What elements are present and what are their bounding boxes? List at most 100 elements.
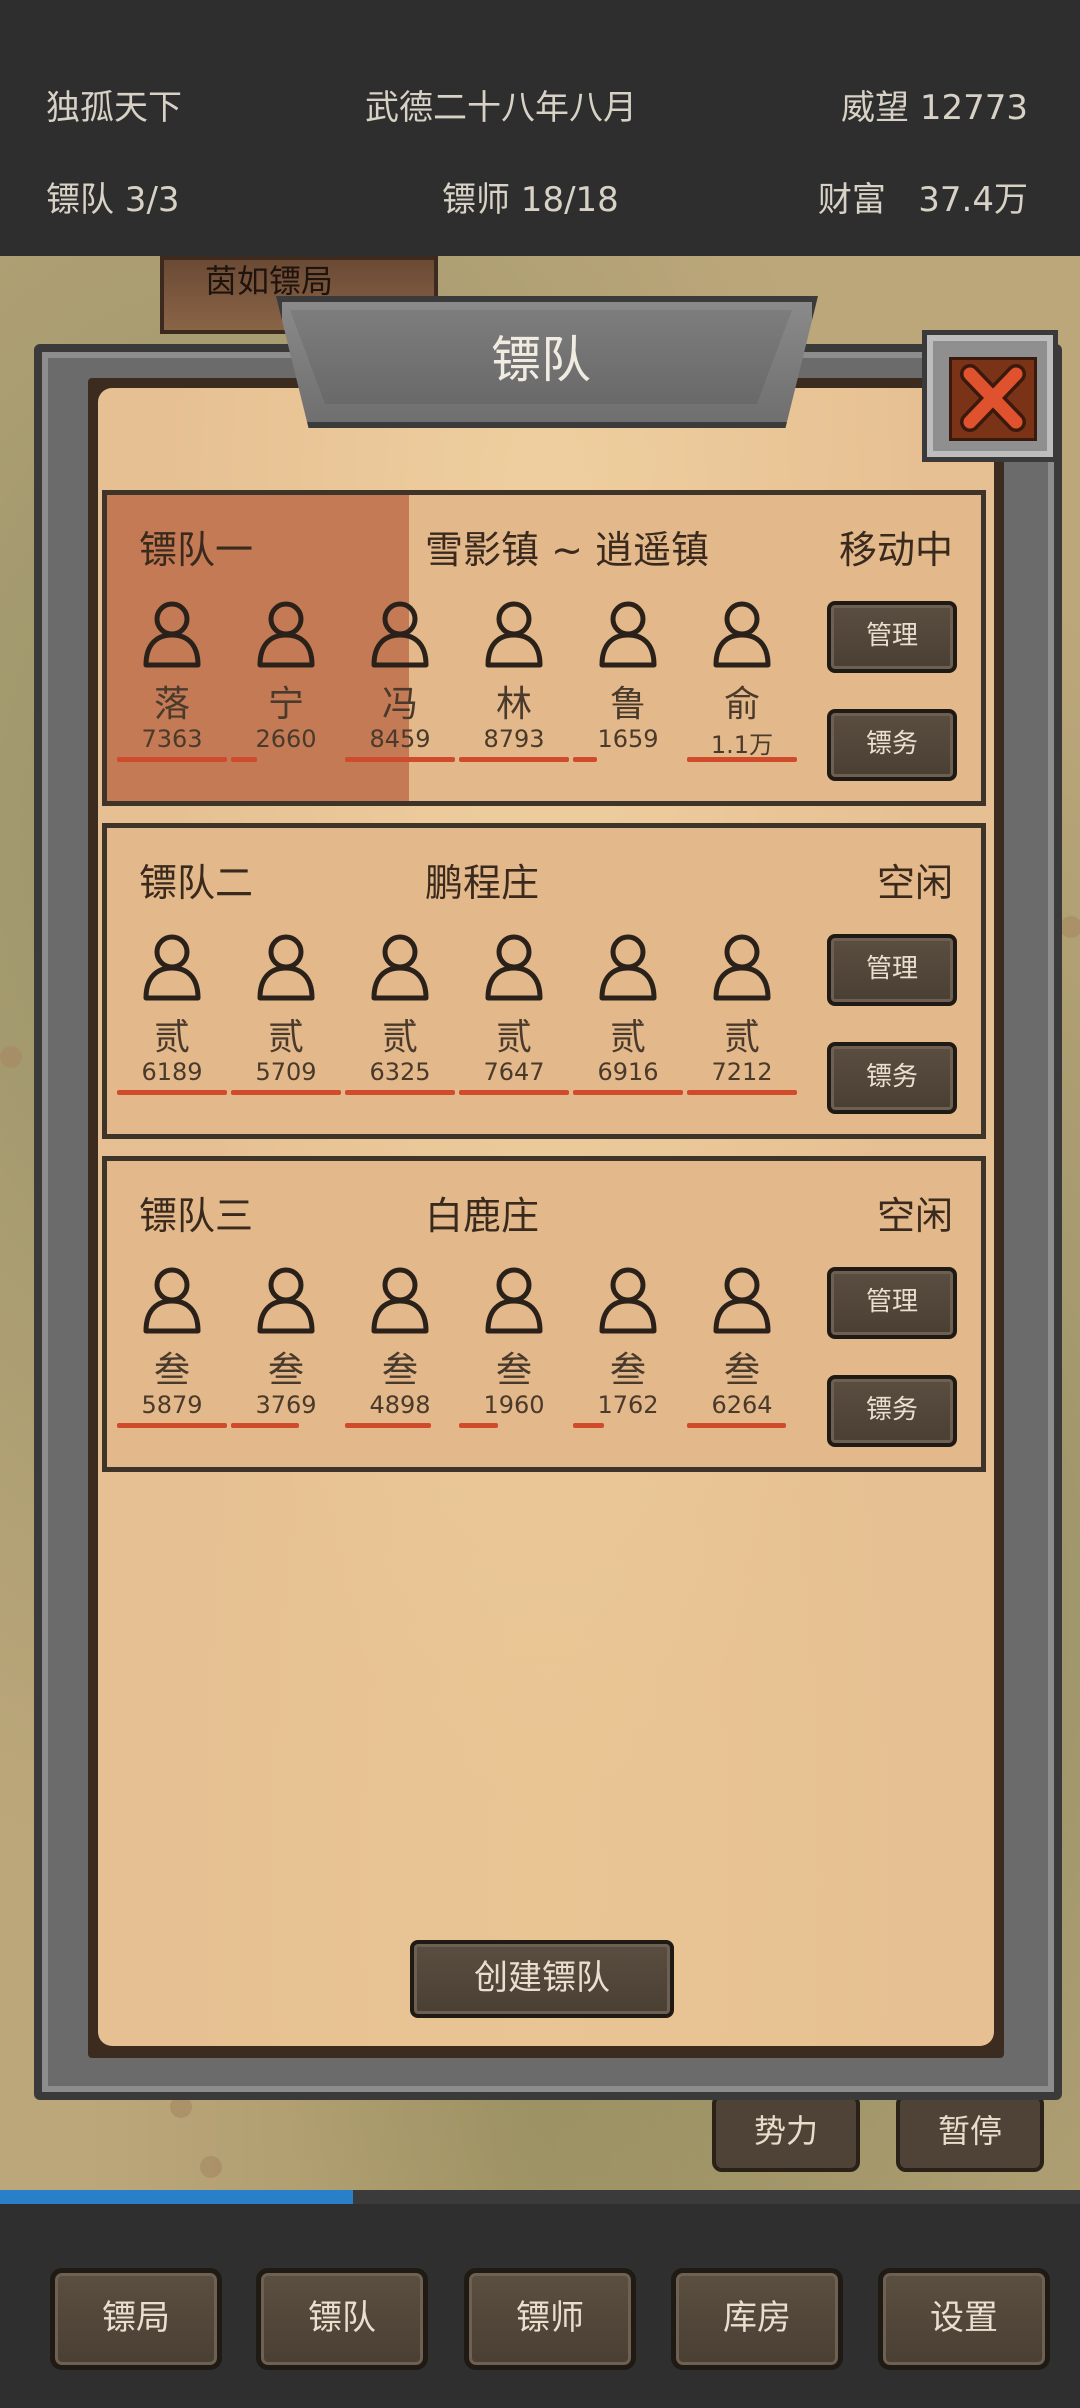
- nav-agency[interactable]: 镖局: [50, 2268, 222, 2370]
- escort-member[interactable]: 叁 4898: [345, 1265, 455, 1445]
- member-name: 落: [153, 684, 190, 725]
- team-name: 镖队一: [139, 528, 254, 572]
- member-bar-track: [459, 757, 569, 762]
- member-power: 6189: [141, 1058, 203, 1086]
- person-icon: [485, 1267, 543, 1334]
- person-icon: [599, 934, 657, 1001]
- escort-member[interactable]: 林 8793: [459, 599, 569, 779]
- escort-member[interactable]: 鲁 1659: [573, 599, 683, 779]
- task-button[interactable]: 镖务: [827, 1375, 957, 1447]
- member-name: 叁: [381, 1350, 418, 1391]
- person-icon: [713, 934, 771, 1001]
- person-icon: [143, 1267, 201, 1334]
- escort-member[interactable]: 俞 1.1万: [687, 599, 797, 779]
- member-power: 5709: [255, 1058, 317, 1086]
- progress-bar: [0, 2190, 1080, 2204]
- pause-button[interactable]: 暂停: [896, 2094, 1044, 2172]
- power-button[interactable]: 势力: [712, 2094, 860, 2172]
- team-card[interactable]: 镖队一 雪影镇 ~ 逍遥镇 移动中 落 7363 宁 2660 冯 8459 林…: [102, 490, 986, 806]
- escort-member[interactable]: 叁 3769: [231, 1265, 341, 1445]
- escort-member[interactable]: 宁 2660: [231, 599, 341, 779]
- person-icon: [713, 601, 771, 668]
- manage-button[interactable]: 管理: [827, 1267, 957, 1339]
- person-icon: [599, 601, 657, 668]
- member-power: 4898: [369, 1391, 431, 1419]
- create-team-button[interactable]: 创建镖队: [410, 1940, 674, 2018]
- member-bar: [117, 1090, 227, 1095]
- nav-teams[interactable]: 镖队: [256, 2268, 428, 2370]
- member-bar-track: [231, 757, 341, 762]
- member-bar: [345, 757, 455, 762]
- member-name: 贰: [153, 1017, 190, 1058]
- team-card[interactable]: 镖队三 白鹿庄 空闲 叁 5879 叁 3769 叁 4898 叁 1960 叁…: [102, 1156, 986, 1472]
- member-bar-track: [687, 757, 797, 762]
- task-button[interactable]: 镖务: [827, 1042, 957, 1114]
- escort-member[interactable]: 贰 6189: [117, 932, 227, 1112]
- escort-member[interactable]: 叁 5879: [117, 1265, 227, 1445]
- status-bar: 独孤天下 武德二十八年八月 威望 12773 镖队 3/3 镖师 18/18 财…: [0, 0, 1080, 256]
- member-name: 叁: [267, 1350, 304, 1391]
- escort-member[interactable]: 叁 1960: [459, 1265, 569, 1445]
- close-button[interactable]: [922, 330, 1058, 462]
- member-bar-track: [231, 1423, 341, 1428]
- team-name: 镖队三: [139, 1194, 254, 1238]
- map-city-label: 茵如镖局: [205, 262, 334, 300]
- escort-member[interactable]: 叁 1762: [573, 1265, 683, 1445]
- member-power: 3769: [255, 1391, 317, 1419]
- escort-member[interactable]: 贰 7647: [459, 932, 569, 1112]
- member-bar: [687, 757, 797, 762]
- member-power: 6916: [597, 1058, 659, 1086]
- escort-member[interactable]: 落 7363: [117, 599, 227, 779]
- nav-warehouse[interactable]: 库房: [671, 2268, 843, 2370]
- member-name: 贰: [267, 1017, 304, 1058]
- task-button[interactable]: 镖务: [827, 709, 957, 781]
- member-bar-track: [345, 757, 455, 762]
- member-power: 6264: [711, 1391, 773, 1419]
- escort-member[interactable]: 贰 7212: [687, 932, 797, 1112]
- nav-settings[interactable]: 设置: [878, 2268, 1050, 2370]
- member-bar-track: [117, 1423, 227, 1428]
- member-power: 1.1万: [710, 731, 774, 759]
- member-power: 6325: [369, 1058, 431, 1086]
- member-bar: [231, 1423, 299, 1428]
- escort-member[interactable]: 贰 5709: [231, 932, 341, 1112]
- member-power: 1762: [597, 1391, 659, 1419]
- person-icon: [257, 1267, 315, 1334]
- member-bar: [345, 1090, 455, 1095]
- member-bar-track: [117, 757, 227, 762]
- member-name: 贰: [609, 1017, 646, 1058]
- member-name: 叁: [609, 1350, 646, 1391]
- person-icon: [143, 601, 201, 668]
- map-marker: [200, 2156, 222, 2178]
- member-name: 叁: [495, 1350, 532, 1391]
- person-icon: [257, 601, 315, 668]
- member-power: 8793: [483, 725, 545, 753]
- member-name: 鲁: [609, 684, 646, 725]
- manage-button[interactable]: 管理: [827, 934, 957, 1006]
- escort-member[interactable]: 冯 8459: [345, 599, 455, 779]
- person-icon: [713, 1267, 771, 1334]
- team-status: 空闲: [876, 861, 953, 905]
- nav-escorts[interactable]: 镖师: [464, 2268, 636, 2370]
- person-icon: [485, 934, 543, 1001]
- member-name: 贰: [381, 1017, 418, 1058]
- player-name: 独孤天下: [46, 88, 182, 128]
- member-name: 俞: [723, 684, 760, 725]
- member-bar: [345, 1423, 431, 1428]
- prestige: 威望 12773: [841, 88, 1028, 128]
- game-date: 武德二十八年八月: [365, 88, 637, 128]
- escort-member[interactable]: 叁 6264: [687, 1265, 797, 1445]
- map-marker: [0, 1046, 22, 1068]
- member-power: 2660: [255, 725, 317, 753]
- escort-member[interactable]: 贰 6916: [573, 932, 683, 1112]
- member-name: 贰: [723, 1017, 760, 1058]
- member-bar: [573, 1423, 604, 1428]
- manage-button[interactable]: 管理: [827, 601, 957, 673]
- escort-member[interactable]: 贰 6325: [345, 932, 455, 1112]
- member-bar: [573, 1090, 683, 1095]
- member-power: 7363: [141, 725, 203, 753]
- member-bar-track: [345, 1423, 455, 1428]
- team-card[interactable]: 镖队二 鹏程庄 空闲 贰 6189 贰 5709 贰 6325 贰 7647 贰…: [102, 823, 986, 1139]
- person-icon: [485, 601, 543, 668]
- member-power: 1960: [483, 1391, 545, 1419]
